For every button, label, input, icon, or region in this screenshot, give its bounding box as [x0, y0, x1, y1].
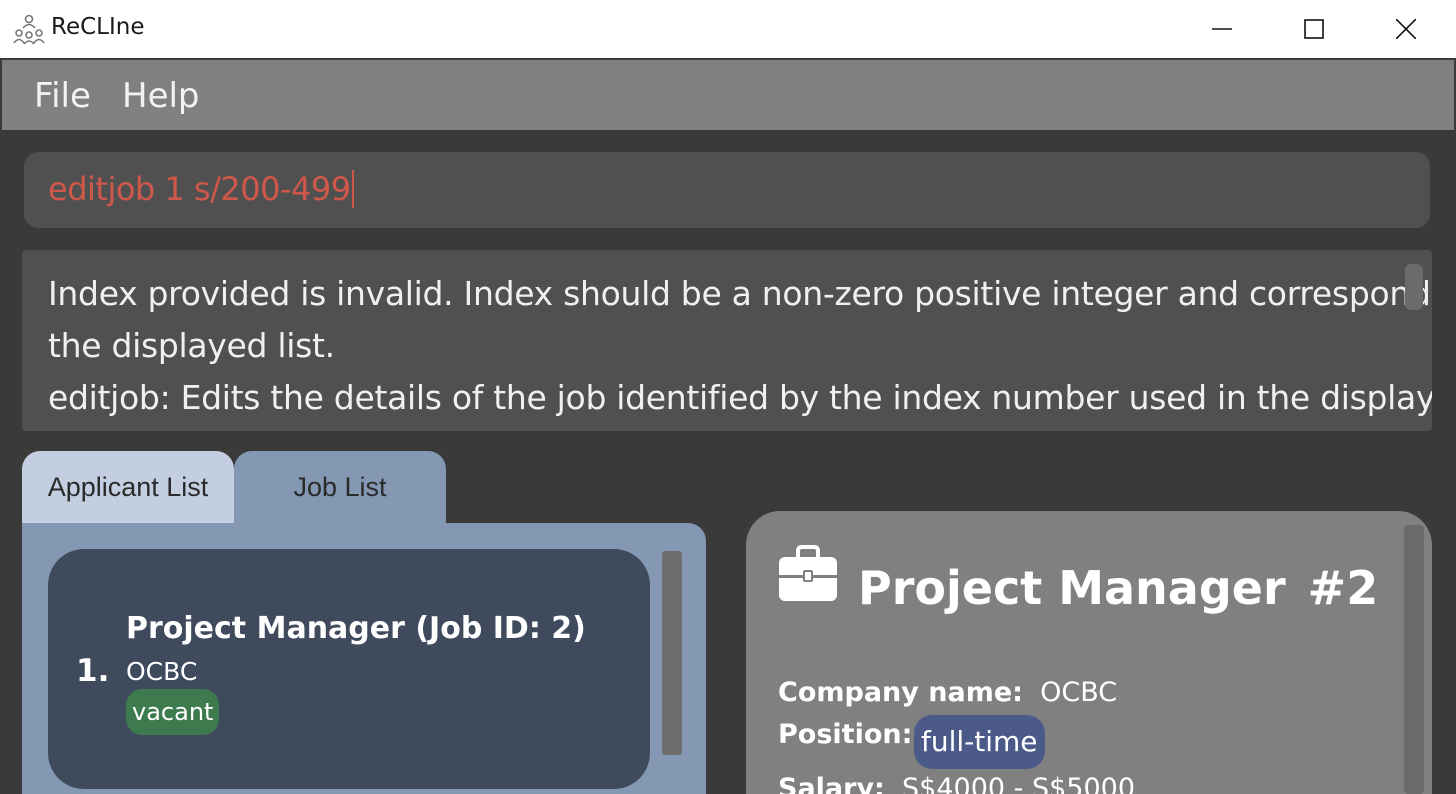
minimize-icon [1212, 28, 1232, 30]
close-button[interactable] [1360, 0, 1452, 58]
result-line: the displayed list. [48, 326, 335, 365]
title-bar: ReCLIne [0, 0, 1456, 58]
command-input-text: editjob 1 s/200-499 [48, 170, 354, 208]
tab-label: Applicant List [47, 472, 209, 502]
detail-salary-row: Salary: S$4000 - S$5000 [778, 773, 1135, 794]
text-caret [351, 170, 354, 208]
minimize-button[interactable] [1176, 0, 1268, 58]
tab-label: Job List [293, 472, 387, 502]
result-text: Index provided is invalid. Index should … [48, 268, 1432, 424]
job-card-index: 1. [76, 653, 110, 689]
result-line: editjob: Edits the details of the job id… [48, 378, 1432, 417]
job-card[interactable]: 1. Project Manager (Job ID: 2) OCBC vaca… [48, 549, 650, 789]
detail-position-label: Position: [778, 719, 913, 750]
people-network-icon [13, 14, 45, 45]
result-display: Index provided is invalid. Index should … [22, 250, 1432, 431]
detail-company-value: OCBC [1040, 677, 1118, 708]
job-detail-title-text: Project Manager [858, 561, 1286, 615]
job-detail-panel: Project Manager #2 Company name: OCBC Pos… [746, 511, 1432, 794]
close-icon [1396, 19, 1416, 39]
command-input[interactable]: editjob 1 s/200-499 [24, 152, 1430, 228]
command-value: editjob 1 s/200-499 [48, 170, 351, 208]
maximize-icon [1304, 19, 1324, 39]
job-status-badge: vacant [126, 689, 220, 735]
detail-scrollbar-thumb[interactable] [1404, 525, 1424, 794]
menu-help[interactable]: Help [122, 76, 200, 116]
job-detail-title: Project Manager #2 [858, 561, 1378, 615]
briefcase-icon [779, 545, 837, 601]
result-line: Index provided is invalid. Index should … [48, 274, 1432, 313]
job-list-scrollbar-thumb[interactable] [662, 551, 682, 755]
detail-position-row: Position: [778, 719, 912, 750]
job-detail-id: #2 [1307, 561, 1379, 615]
tab-job-list[interactable]: Job List [234, 451, 446, 523]
menu-file[interactable]: File [34, 76, 91, 116]
tab-applicant-list[interactable]: Applicant List [22, 451, 234, 523]
job-card-company: OCBC [126, 657, 198, 686]
detail-salary-label: Salary: [778, 773, 885, 794]
window-title: ReCLIne [51, 14, 145, 40]
menu-bar: File Help [2, 60, 1454, 130]
position-badge: full-time [914, 715, 1045, 769]
detail-company-label: Company name: [778, 677, 1023, 708]
result-scrollbar-thumb[interactable] [1405, 264, 1423, 310]
job-card-title: Project Manager (Job ID: 2) [126, 611, 586, 646]
maximize-button[interactable] [1268, 0, 1360, 58]
detail-salary-value: S$4000 - S$5000 [902, 773, 1135, 794]
job-list-panel: 1. Project Manager (Job ID: 2) OCBC vaca… [22, 523, 706, 794]
detail-company-row: Company name: OCBC [778, 677, 1117, 708]
